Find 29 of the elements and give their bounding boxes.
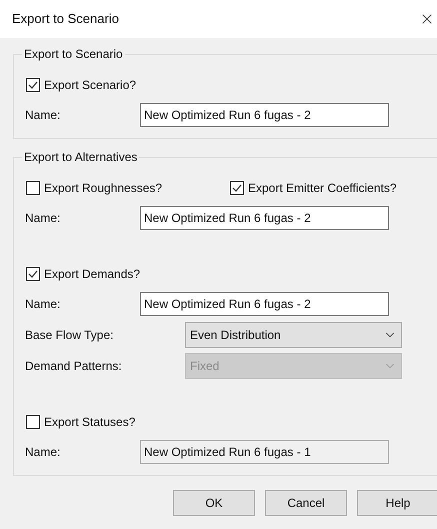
- checkbox-label[interactable]: Export Roughnesses?: [44, 179, 162, 197]
- checkbox[interactable]: [26, 415, 40, 429]
- check-icon: [28, 81, 38, 89]
- name-field[interactable]: New Optimized Run 6 fugas - 2: [140, 292, 389, 316]
- name-field[interactable]: New Optimized Run 6 fugas - 2: [140, 103, 389, 127]
- checkbox-label[interactable]: Export Scenario?: [44, 76, 136, 94]
- dialog-button[interactable]: OK: [173, 490, 255, 516]
- name-field[interactable]: New Optimized Run 6 fugas - 2: [140, 206, 389, 230]
- field-label: Demand Patterns:: [25, 358, 123, 374]
- dropdown[interactable]: Even Distribution: [185, 322, 402, 348]
- checkbox[interactable]: [230, 181, 244, 195]
- checkbox-label[interactable]: Export Emitter Coefficients?: [248, 179, 397, 197]
- group-title: Export to Scenario: [22, 47, 125, 61]
- field-label: Name:: [25, 296, 62, 313]
- checkbox[interactable]: [26, 267, 40, 281]
- check-icon: [28, 270, 38, 278]
- dialog-button[interactable]: Cancel: [265, 490, 347, 516]
- field-label: Name:: [25, 210, 62, 227]
- dialog-button[interactable]: Help: [357, 490, 437, 516]
- window-title: Export to Scenario: [12, 10, 119, 28]
- check-icon: [232, 184, 242, 192]
- checkbox-label[interactable]: Export Statuses?: [44, 413, 136, 431]
- field-label: Name:: [25, 444, 62, 461]
- checkbox[interactable]: [26, 181, 40, 195]
- field-label: Base Flow Type:: [25, 326, 114, 344]
- checkbox-label[interactable]: Export Demands?: [44, 265, 140, 283]
- checkbox[interactable]: [26, 78, 40, 92]
- field-label: Name:: [25, 107, 62, 124]
- group-title: Export to Alternatives: [22, 150, 140, 164]
